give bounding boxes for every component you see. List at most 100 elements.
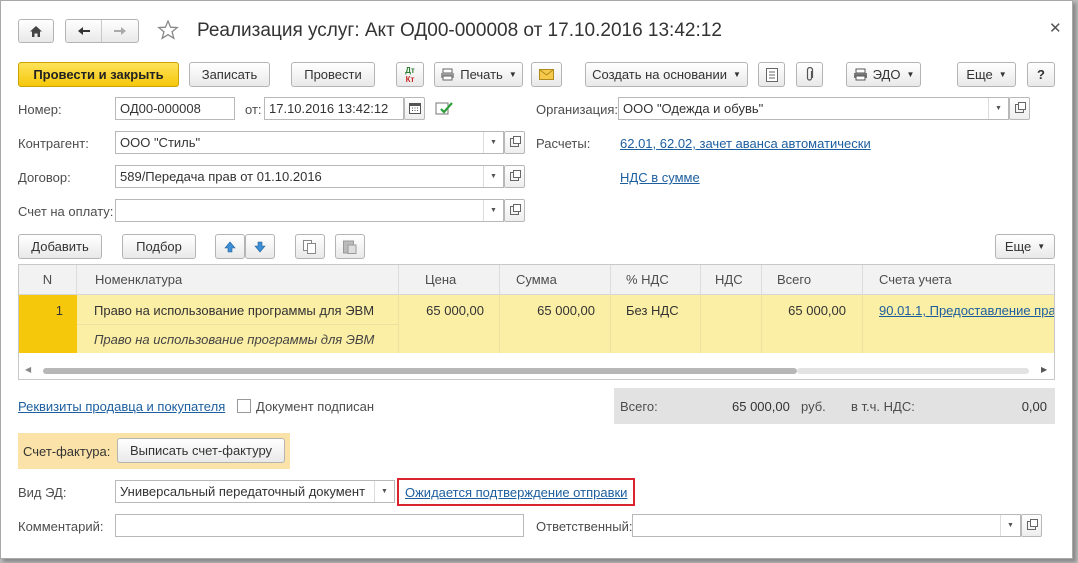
org-value: ООО "Одежда и обувь" [623, 101, 764, 116]
arrow-down-icon [254, 241, 266, 252]
settlements-link[interactable]: 62.01, 62.02, зачет аванса автоматически [620, 136, 871, 151]
paperclip-icon [806, 67, 813, 81]
column-header-n[interactable]: N [19, 265, 77, 295]
edo-button[interactable]: ЭДО ▼ [846, 62, 921, 87]
arrow-right-icon [114, 27, 126, 35]
caret-down-icon: ▼ [998, 70, 1007, 79]
vat-included-label: в т.ч. НДС: [851, 399, 915, 414]
print-label: Печать [460, 67, 503, 82]
favorite-star-icon[interactable] [157, 19, 179, 41]
counterparty-open-button[interactable] [504, 131, 525, 154]
print-button[interactable]: Печать ▼ [434, 62, 523, 87]
close-icon[interactable]: ✕ [1049, 19, 1062, 37]
column-header-price[interactable]: Цена [399, 265, 500, 295]
sum-cell[interactable]: 65 000,00 [500, 295, 611, 353]
pick-button[interactable]: Подбор [122, 234, 196, 259]
column-header-sum[interactable]: Сумма [500, 265, 611, 295]
attach-button[interactable] [796, 62, 823, 87]
dt-kt-button[interactable]: Дт Кт [396, 62, 424, 87]
table-row[interactable]: 1 Право на использование программы для Э… [19, 295, 1054, 353]
kt-label: Кт [405, 74, 415, 84]
dropdown-arrow-icon[interactable]: ▼ [483, 132, 503, 153]
more-label: Еще [966, 67, 993, 82]
column-header-vat-rate[interactable]: % НДС [611, 265, 701, 295]
vat-cell[interactable] [701, 295, 762, 353]
ed-status-link[interactable]: Ожидается подтверждение отправки [405, 485, 627, 500]
envelope-icon [539, 69, 554, 80]
scroll-right-icon[interactable]: ▶ [1041, 365, 1047, 374]
add-row-button[interactable]: Добавить [18, 234, 102, 259]
move-up-button[interactable] [215, 234, 245, 259]
vat-included-amount: 0,00 [1021, 399, 1047, 414]
goods-table: N Номенклатура Цена Сумма % НДС НДС Всег… [18, 264, 1055, 380]
invoice-open-button[interactable] [504, 199, 525, 222]
move-down-button[interactable] [245, 234, 275, 259]
signed-checkbox[interactable] [237, 399, 251, 413]
copy-icon [303, 239, 316, 254]
forward-button[interactable] [102, 20, 138, 42]
vat-rate-cell[interactable]: Без НДС [611, 295, 701, 353]
home-button[interactable] [18, 19, 54, 43]
counterparty-field[interactable]: ООО "Стиль" ▼ [115, 131, 504, 154]
open-icon [510, 136, 521, 147]
contract-open-button[interactable] [504, 165, 525, 188]
column-header-total[interactable]: Всего [762, 265, 863, 295]
column-header-vat[interactable]: НДС [701, 265, 762, 295]
requisites-link[interactable]: Реквизиты продавца и покупателя [18, 399, 225, 414]
accounts-cell[interactable]: 90.01.1, Предоставление прав [863, 295, 1054, 353]
dropdown-arrow-icon[interactable]: ▼ [374, 481, 394, 502]
price-cell[interactable]: 65 000,00 [399, 295, 500, 353]
ed-type-value: Универсальный передаточный документ [120, 484, 366, 499]
back-button[interactable] [66, 20, 103, 42]
window-title: Реализация услуг: Акт ОД00-000008 от 17.… [197, 20, 722, 41]
scroll-thumb[interactable] [43, 368, 797, 374]
calendar-icon [408, 103, 421, 114]
save-button[interactable]: Записать [189, 62, 270, 87]
org-label: Организация: [536, 102, 619, 117]
invoice-field[interactable]: ▼ [115, 199, 504, 222]
dropdown-arrow-icon[interactable]: ▼ [483, 200, 503, 221]
contract-field[interactable]: 589/Передача прав от 01.10.2016 ▼ [115, 165, 504, 188]
column-header-item[interactable]: Номенклатура [77, 265, 399, 295]
responsible-open-button[interactable] [1021, 514, 1042, 537]
copy-row-button[interactable] [295, 234, 325, 259]
more-button[interactable]: Еще ▼ [957, 62, 1016, 87]
dropdown-arrow-icon[interactable]: ▼ [483, 166, 503, 187]
number-field[interactable]: ОД00-000008 [115, 97, 235, 120]
create-based-button[interactable]: Создать на основании ▼ [585, 62, 748, 87]
scroll-left-icon[interactable]: ◀ [25, 365, 31, 374]
settlements-label: Расчеты: [536, 136, 591, 151]
issue-invoice-button[interactable]: Выписать счет-фактуру [117, 438, 285, 463]
org-field[interactable]: ООО "Одежда и обувь" ▼ [618, 97, 1009, 120]
responsible-field[interactable]: ▼ [632, 514, 1021, 537]
date-field[interactable]: 17.10.2016 13:42:12 [264, 97, 404, 120]
vat-rate-value: Без НДС [626, 303, 679, 318]
calendar-button[interactable] [404, 97, 425, 120]
column-header-accounts[interactable]: Счета учета [863, 265, 1054, 295]
table-more-button[interactable]: Еще ▼ [995, 234, 1055, 259]
item-cell[interactable]: Право на использование программы для ЭВМ… [77, 295, 399, 353]
document-list-button[interactable] [758, 62, 785, 87]
dropdown-arrow-icon[interactable]: ▼ [1000, 515, 1020, 536]
paste-button[interactable] [335, 234, 365, 259]
comment-field[interactable] [115, 514, 524, 537]
accounts-link[interactable]: 90.01.1, Предоставление прав [879, 303, 1054, 318]
vat-mode-link[interactable]: НДС в сумме [620, 170, 700, 185]
dropdown-arrow-icon[interactable]: ▼ [988, 98, 1008, 119]
tax-invoice-label: Счет-фактура: [23, 444, 111, 459]
horizontal-scrollbar[interactable]: ◀ ▶ [19, 363, 1054, 379]
email-button[interactable] [531, 62, 562, 87]
printer-icon [441, 68, 455, 81]
row-number: 1 [55, 303, 63, 318]
ed-type-field[interactable]: Универсальный передаточный документ ▼ [115, 480, 395, 503]
row-number-cell: 1 [19, 295, 77, 353]
home-icon [30, 25, 42, 37]
table-header: N Номенклатура Цена Сумма % НДС НДС Всег… [19, 265, 1054, 295]
total-value: 65 000,00 [788, 303, 846, 318]
help-button[interactable]: ? [1027, 62, 1055, 87]
post-and-close-button[interactable]: Провести и закрыть [18, 62, 179, 87]
org-open-button[interactable] [1009, 97, 1030, 120]
total-cell[interactable]: 65 000,00 [762, 295, 863, 353]
post-button[interactable]: Провести [291, 62, 375, 87]
arrow-up-icon [224, 241, 236, 252]
